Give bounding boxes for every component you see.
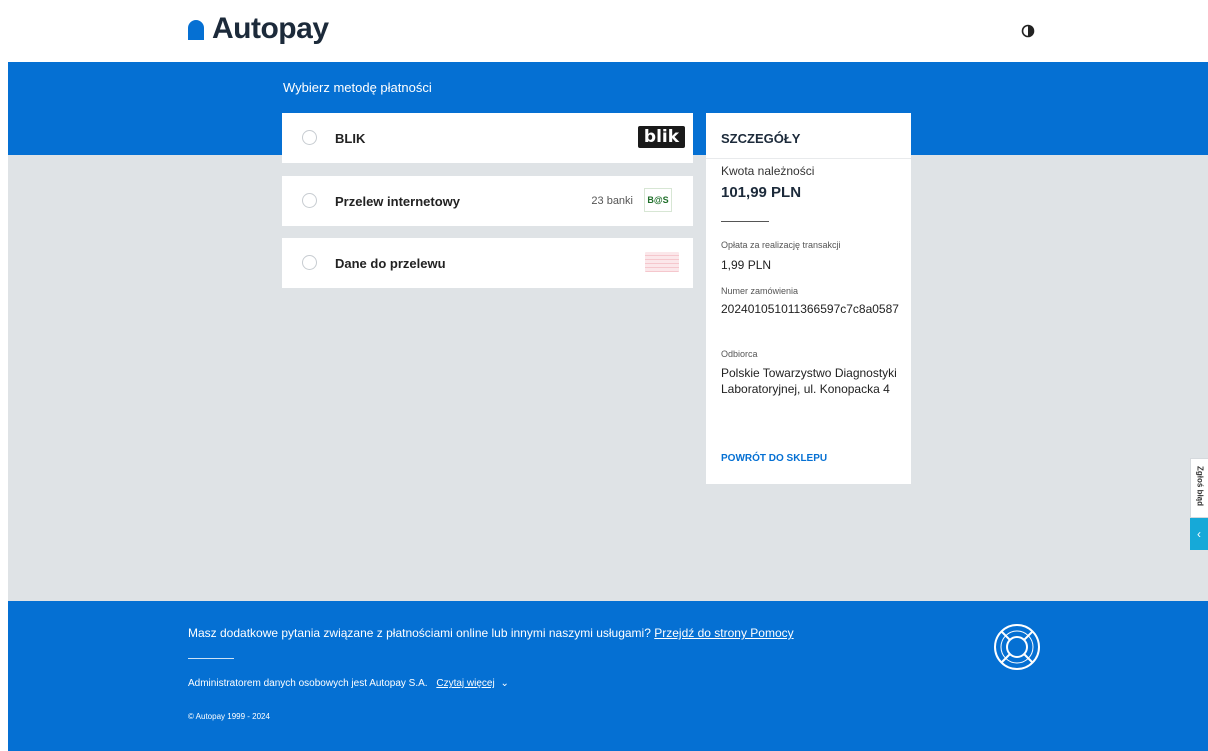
payment-method-transfer-data[interactable]: Dane do przelewu: [282, 238, 693, 288]
details-panel: SZCZEGÓŁY Kwota należności 101,99 PLN Op…: [706, 113, 911, 484]
autopay-logo-icon: [188, 20, 204, 40]
transfer-data-icon: [645, 252, 679, 272]
lifebuoy-help-icon: [994, 624, 1040, 670]
bank-count: 23 banki: [591, 195, 633, 207]
footer: Masz dodatkowe pytania związane z płatno…: [8, 601, 1208, 751]
fee-value: 1,99 PLN: [721, 258, 772, 272]
recipient-label: Odbiorca: [721, 349, 758, 359]
divider: [721, 221, 769, 222]
order-number: 20240105101136​6597c7c8a0587: [721, 302, 899, 316]
order-label: Numer zamówienia: [721, 286, 799, 296]
autopay-logo[interactable]: Autopay: [186, 12, 329, 46]
bos-bank-logo-icon: B@S: [644, 188, 672, 212]
radio-blik[interactable]: [302, 130, 317, 145]
footer-question-text: Masz dodatkowe pytania związane z płatno…: [188, 626, 651, 640]
chevron-down-icon[interactable]: ⌄: [501, 678, 509, 689]
radio-transfer-data[interactable]: [302, 255, 317, 270]
method-label: Przelew internetowy: [335, 193, 460, 209]
radio-bank-transfer[interactable]: [302, 193, 317, 208]
divider: [188, 658, 234, 659]
back-to-shop-link[interactable]: POWRÓT DO SKLEPU: [721, 453, 827, 464]
chevron-left-icon[interactable]: ‹: [1190, 518, 1208, 550]
copyright: © Autopay 1999 - 2024: [188, 712, 270, 721]
payment-method-blik[interactable]: BLIK blik: [282, 113, 693, 163]
admin-text: Administratorem danych osobowych jest Au…: [188, 678, 428, 689]
details-title: SZCZEGÓŁY: [721, 131, 801, 146]
method-label: Dane do przelewu: [335, 255, 446, 271]
divider: [706, 158, 911, 159]
section-title: Wybierz metodę płatności: [283, 80, 432, 95]
contrast-toggle-icon[interactable]: [1021, 24, 1035, 38]
brand-name: Autopay: [212, 12, 329, 45]
payment-method-bank-transfer[interactable]: Przelew internetowy 23 banki B@S: [282, 176, 693, 226]
recipient-value: Polskie Towarzystwo Diagnostyki Laborato…: [721, 366, 897, 396]
amount-label: Kwota należności: [721, 164, 815, 178]
amount-value: 101,99 PLN: [721, 184, 802, 201]
top-bar: Autopay: [0, 0, 1208, 62]
blik-logo-icon: blik: [638, 126, 685, 148]
footer-admin: Administratorem danych osobowych jest Au…: [188, 678, 509, 689]
fee-label: Opłata za realizację transakcji: [721, 240, 841, 250]
footer-question: Masz dodatkowe pytania związane z płatno…: [188, 626, 794, 640]
method-label: BLIK: [335, 130, 366, 146]
help-page-link[interactable]: Przejdź do strony Pomocy: [654, 626, 793, 640]
report-error-label: Zgłoś błąd: [1195, 466, 1205, 506]
read-more-link[interactable]: Czytaj więcej: [436, 678, 494, 689]
